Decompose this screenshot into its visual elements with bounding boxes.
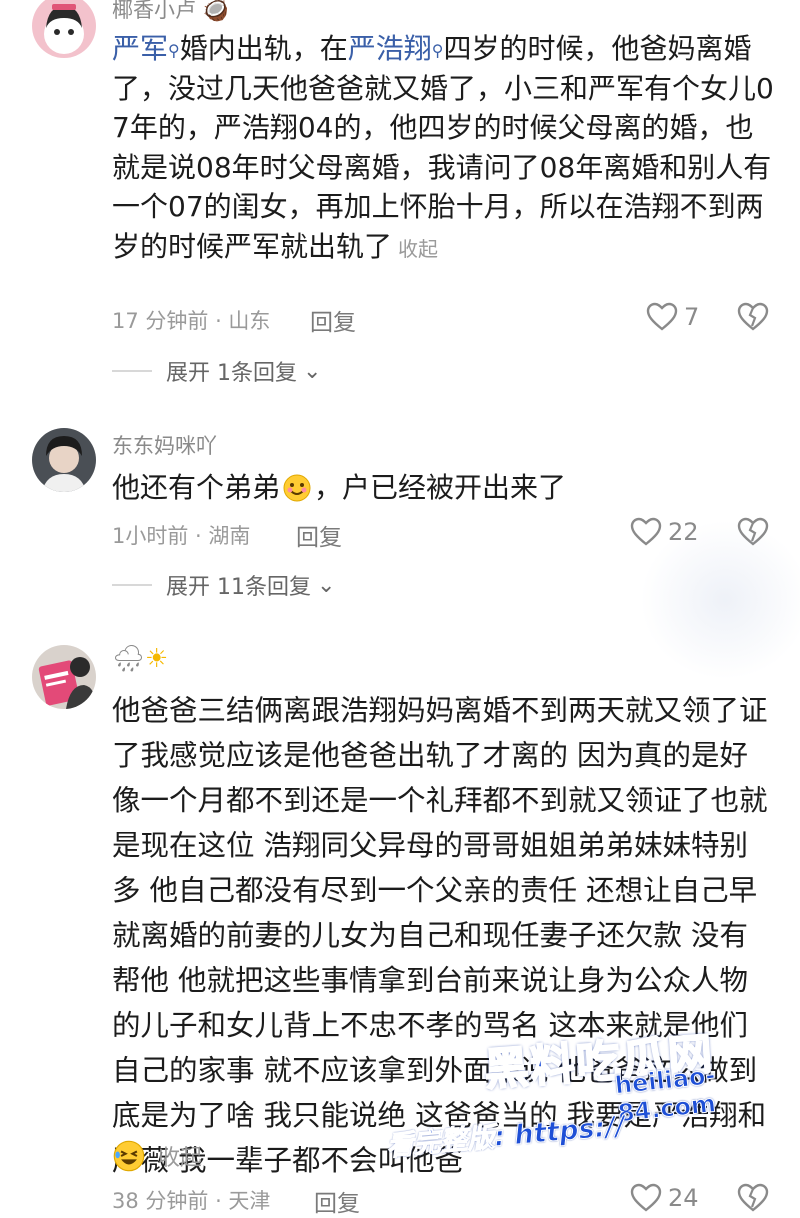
coconut-icon: 🥥 [196,0,229,22]
divider [112,584,152,586]
broken-heart-icon [737,1183,769,1212]
dislike-button[interactable] [737,302,769,336]
image-artifact [640,520,800,680]
search-icon: ⚲ [168,41,180,60]
chevron-down-icon: ⌄ [317,572,336,598]
mention-link[interactable]: 严浩翔⚲ [348,32,444,65]
avatar[interactable] [32,0,96,58]
heart-icon [646,302,678,331]
username[interactable]: 椰香小卢 🥥 [112,0,229,24]
cloud-rain-icon: 🌧 [112,644,146,674]
like-button[interactable]: 7 [646,302,699,332]
comment-meta: 1小时前 · 湖南 [112,524,251,548]
collapse-link[interactable]: 收起 [398,237,438,261]
divider [112,370,152,372]
smiling-face-emoji-icon [283,474,311,502]
username[interactable]: 东东妈咪吖 [112,430,217,460]
mention-link[interactable]: 严军⚲ [112,32,180,65]
collapse-row[interactable]: 收起 [112,1139,202,1173]
dislike-button[interactable] [737,1183,769,1217]
reply-button[interactable]: 回复 [296,518,342,552]
like-count: 7 [684,303,700,331]
expand-replies[interactable]: 展开 1条回复 ⌄ [112,355,321,387]
laughing-face-emoji-icon [113,1140,145,1172]
reply-button[interactable]: 回复 [310,303,356,337]
username[interactable]: 🌧☀ [112,644,168,674]
comment-text: 严军⚲婚内出轨，在严浩翔⚲四岁的时候，他爸妈离婚了，没过几天他爸爸就又婚了，小三… [112,32,774,263]
broken-heart-icon [737,302,769,331]
like-count: 24 [668,1184,699,1212]
chevron-down-icon: ⌄ [303,358,322,384]
avatar[interactable] [32,645,96,709]
expand-replies[interactable]: 展开 11条回复 ⌄ [112,569,335,601]
search-icon: ⚲ [431,41,444,60]
comment-meta: 38 分钟前 · 天津 [112,1189,271,1213]
heart-icon [630,1183,662,1212]
sun-icon: ☀ [145,644,169,674]
comment-text: 他还有个弟弟 ，户已经被开出来了 [112,471,567,504]
avatar[interactable] [32,428,96,492]
comment-meta: 17 分钟前 · 山东 [112,309,271,333]
reply-button[interactable]: 回复 [314,1184,360,1218]
like-button[interactable]: 24 [630,1183,699,1213]
